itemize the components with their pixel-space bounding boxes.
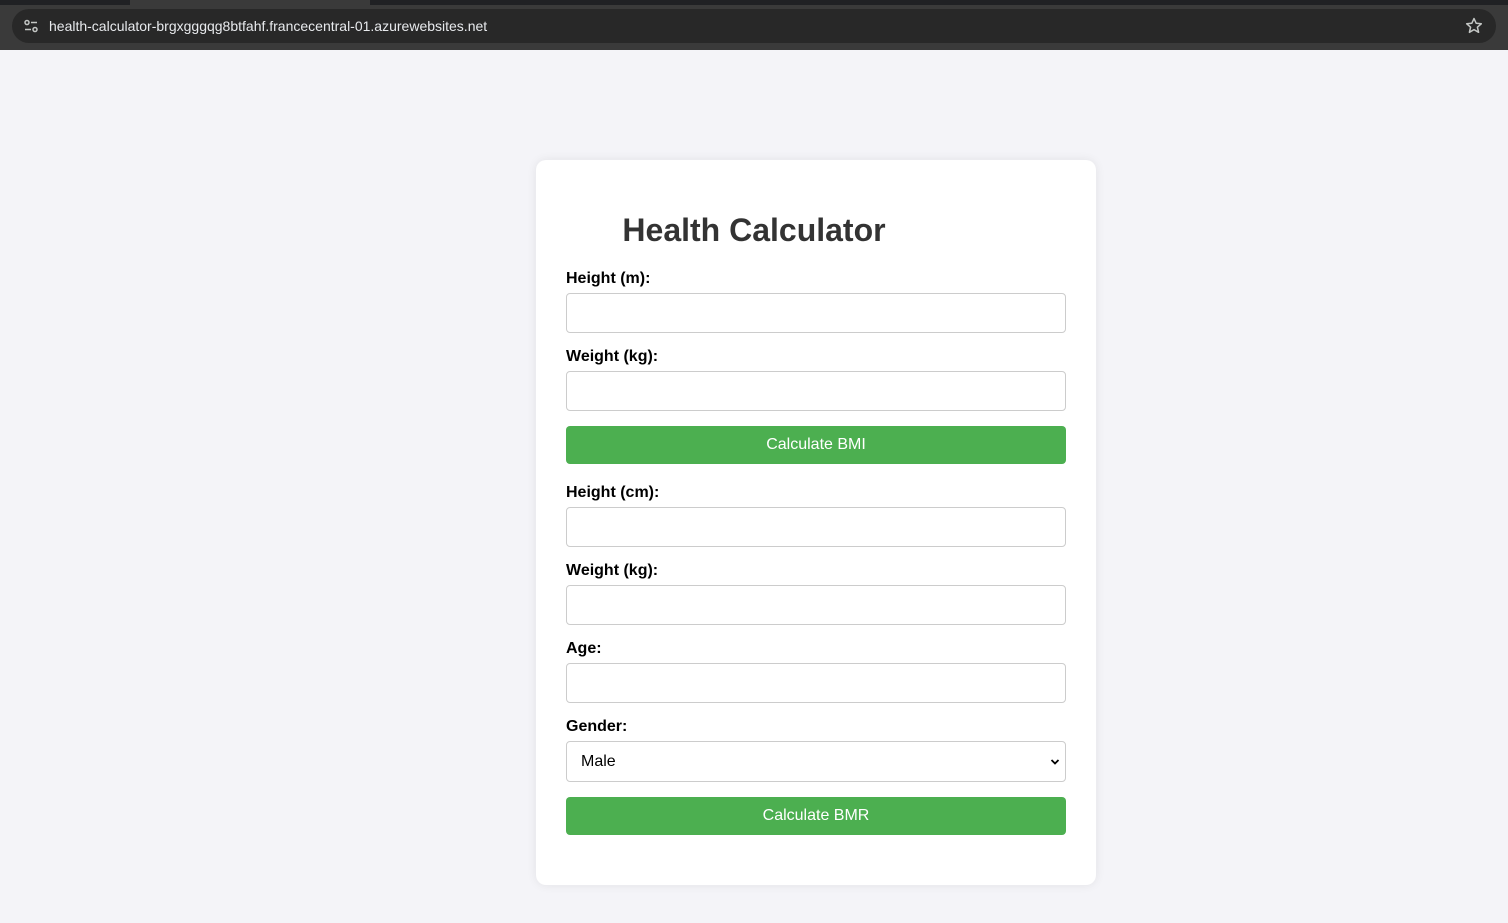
calculate-bmi-button[interactable]: Calculate BMI [566, 426, 1066, 464]
url-text[interactable]: health-calculator-brgxgggqg8btfahf.franc… [49, 18, 487, 34]
calculator-form: Height (m): Weight (kg): Calculate BMI H… [536, 160, 1096, 885]
bmr-weight-input[interactable] [566, 585, 1066, 625]
age-label: Age: [566, 640, 602, 657]
age-input[interactable] [566, 663, 1066, 703]
gender-select[interactable]: Male [566, 741, 1066, 782]
bmi-height-input[interactable] [566, 293, 1066, 333]
tab-strip [0, 0, 1508, 5]
bmi-weight-label: Weight (kg): [566, 348, 659, 365]
bmi-weight-input[interactable] [566, 371, 1066, 411]
bmr-height-input[interactable] [566, 507, 1066, 547]
active-tab[interactable] [130, 0, 370, 5]
tune-icon[interactable] [21, 16, 41, 36]
gender-selected-value: Male [581, 753, 616, 770]
star-icon[interactable] [1464, 16, 1484, 36]
chevron-down-icon [1050, 759, 1060, 765]
gender-label: Gender: [566, 718, 628, 735]
bmr-weight-label: Weight (kg): [566, 562, 659, 579]
address-bar[interactable]: health-calculator-brgxgggqg8btfahf.franc… [12, 9, 1496, 43]
bmi-height-label: Height (m): [566, 270, 651, 287]
bmr-height-label: Height (cm): [566, 484, 660, 501]
browser-toolbar: health-calculator-brgxgggqg8btfahf.franc… [0, 0, 1508, 50]
calculate-bmr-button[interactable]: Calculate BMR [566, 797, 1066, 835]
